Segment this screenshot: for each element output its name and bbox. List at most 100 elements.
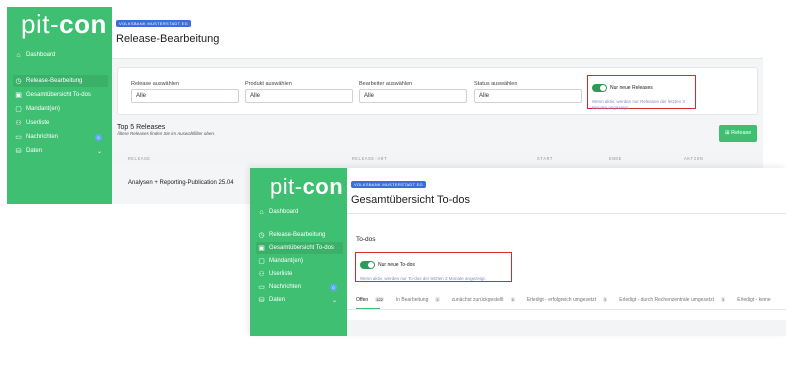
- chevron-down-icon: ⌄: [331, 297, 337, 304]
- filter-card: Release auswählen Alle Produkt auswählen A…: [117, 67, 758, 115]
- home-icon: ⌂: [259, 208, 264, 216]
- message-icon: ▭: [258, 284, 265, 291]
- status-tabs: Offen 122 In Bearbeitung 4 zunächst zurückge…: [356, 297, 783, 303]
- product-filter[interactable]: Produkt auswählen Alle: [245, 81, 353, 103]
- column-header: START: [537, 157, 554, 162]
- editor-filter[interactable]: Bearbeiter auswählen Alle: [359, 81, 467, 103]
- column-header: AKTION: [684, 157, 704, 162]
- filter-label: Produkt auswählen: [245, 81, 292, 87]
- tab-zurueckgestellt[interactable]: zunächst zurückgestellt 6: [452, 297, 521, 303]
- users-icon: ⚇: [15, 120, 22, 127]
- logo: pit-con: [270, 174, 344, 199]
- sidebar-item-todos[interactable]: ▣ Gesamtübersicht To-dos: [13, 89, 108, 101]
- message-count-badge: 0: [330, 283, 337, 291]
- sidebar-item-label: Dashboard: [269, 209, 299, 215]
- status-select[interactable]: Alle: [474, 89, 582, 103]
- top-releases-heading: Top 5 Releases Ältere Releases finden Si…: [117, 124, 215, 136]
- sidebar-item-release[interactable]: ◷ Release-Bearbeitung: [256, 229, 343, 241]
- toggle-label: Nur neue To-dos: [378, 261, 415, 268]
- tabs-divider: [347, 309, 786, 310]
- chevron-down-icon: ⌄: [96, 148, 102, 155]
- toggle-hint: Wenn aktiv, werden nur To-dos der letzte…: [360, 276, 486, 281]
- status-filter[interactable]: Status auswählen Alle: [474, 81, 582, 103]
- table-row[interactable]: Analysen + Reporting-Publication 25.04: [128, 180, 234, 186]
- sidebar-item-label: Release-Bearbeitung: [26, 78, 83, 84]
- todos-screenshot: pit-con ⌂ Dashboard ◷ Release-Bearbeitung …: [250, 168, 786, 336]
- sidebar-item-label: Mandant(en): [269, 258, 304, 264]
- sidebar-item-release[interactable]: ◷ Release-Bearbeitung: [13, 75, 108, 87]
- page-header: VOLKSBANK MUSTERSTADT EG Release-Bearbei…: [112, 7, 763, 59]
- tab-erledigt-keine[interactable]: Erledigt - keine: [737, 297, 776, 303]
- section-title: Top 5 Releases: [117, 124, 166, 131]
- column-header: RELEASE: [128, 157, 151, 162]
- tab-offen[interactable]: Offen 122: [356, 297, 390, 303]
- column-header: RELEASE-ART: [352, 157, 388, 162]
- database-icon: ⛁: [258, 297, 265, 304]
- sidebar-item-userliste[interactable]: ⚇ Userliste: [256, 268, 343, 280]
- sidebar-item-daten[interactable]: ⛁ Daten ⌄: [13, 145, 108, 157]
- page-header: VOLKSBANK MUSTERSTADT EG Gesamtübersicht…: [347, 168, 786, 214]
- sidebar-item-label: Userliste: [26, 120, 50, 126]
- tab-erledigt-rechenzentrale[interactable]: Erledigt - durch Rechenzentrale umgesetz…: [619, 297, 731, 303]
- message-icon: ▭: [15, 134, 22, 141]
- new-todos-toggle[interactable]: [360, 260, 375, 269]
- toggle-label: Nur neue Releases: [610, 84, 653, 91]
- database-icon: ⛁: [15, 148, 22, 155]
- sidebar-item-label: Dashboard: [26, 52, 56, 58]
- page-title: Gesamtübersicht To-dos: [351, 194, 471, 206]
- home-icon: ⌂: [16, 51, 21, 59]
- sidebar-item-nachrichten[interactable]: ▭ Nachrichten 0: [256, 281, 343, 293]
- sidebar-item-userliste[interactable]: ⚇ Userliste: [13, 117, 108, 129]
- sidebar-item-label: Nachrichten: [26, 134, 59, 140]
- table-header: [347, 320, 786, 336]
- sidebar: pit-con ⌂ Dashboard ◷ Release-Bearbeitung …: [7, 7, 112, 204]
- new-releases-toggle-box: Nur neue Releases Wenn aktiv, werden nur…: [587, 75, 696, 110]
- users-icon: ⚇: [258, 271, 265, 278]
- calendar-icon: ▣: [15, 92, 22, 99]
- page-title: Release-Bearbeitung: [116, 33, 220, 45]
- filter-label: Bearbeiter auswählen: [359, 81, 413, 87]
- table-header: RELEASE RELEASE-ART START ENDE AKTION: [112, 153, 763, 165]
- sidebar-item-label: Userliste: [269, 271, 293, 277]
- new-releases-toggle[interactable]: [592, 83, 607, 92]
- monitor-icon: ▢: [258, 258, 265, 265]
- section-subtext: Ältere Releases finden Sie im Auswahlfil…: [117, 131, 216, 136]
- sidebar-item-mandanten[interactable]: ▢ Mandant(en): [13, 103, 108, 115]
- sidebar-item-todos[interactable]: ▣ Gesamtübersicht To-dos: [256, 242, 343, 254]
- sidebar-item-mandanten[interactable]: ▢ Mandant(en): [256, 255, 343, 267]
- sidebar-item-label: Daten: [269, 297, 286, 303]
- sidebar: pit-con ⌂ Dashboard ◷ Release-Bearbeitung …: [250, 168, 347, 336]
- editor-select[interactable]: Alle: [359, 89, 467, 103]
- sidebar-item-nachrichten[interactable]: ▭ Nachrichten 0: [13, 131, 108, 143]
- sidebar-item-label: Release-Bearbeitung: [269, 232, 326, 238]
- sidebar-item-label: Mandant(en): [26, 106, 61, 112]
- message-count-badge: 0: [95, 133, 102, 141]
- logo: pit-con: [21, 9, 107, 39]
- sidebar-item-label: Daten: [26, 148, 43, 154]
- sidebar-item-label: Gesamtübersicht To-dos: [269, 245, 334, 251]
- new-todos-toggle-box: Nur neue To-dos Wenn aktiv, werden nur T…: [355, 252, 512, 282]
- calendar-icon: ▣: [258, 245, 265, 252]
- release-select[interactable]: Alle: [131, 89, 239, 103]
- monitor-icon: ▢: [15, 106, 22, 113]
- sidebar-item-dashboard[interactable]: ⌂ Dashboard: [13, 49, 108, 61]
- column-header: ENDE: [609, 157, 622, 162]
- org-badge: VOLKSBANK MUSTERSTADT EG: [116, 20, 192, 27]
- filter-label: Release auswählen: [131, 81, 180, 87]
- add-release-button[interactable]: ⊞ Release: [719, 125, 758, 142]
- section-title: To-dos: [356, 236, 376, 243]
- org-badge: VOLKSBANK MUSTERSTADT EG: [351, 181, 427, 188]
- sidebar-item-dashboard[interactable]: ⌂ Dashboard: [256, 206, 343, 218]
- product-select[interactable]: Alle: [245, 89, 353, 103]
- filter-label: Status auswählen: [474, 81, 518, 87]
- toggle-hint: Wenn aktiv, werden nur Releases der letz…: [592, 99, 685, 110]
- sidebar-item-label: Nachrichten: [269, 284, 302, 290]
- sidebar-item-daten[interactable]: ⛁ Daten ⌄: [256, 294, 343, 306]
- clock-icon: ◷: [15, 78, 22, 85]
- main-content: VOLKSBANK MUSTERSTADT EG Gesamtübersicht…: [347, 168, 786, 336]
- tab-in-bearbeitung[interactable]: In Bearbeitung 4: [396, 297, 446, 303]
- tab-erledigt-erfolgreich[interactable]: Erledigt - erfolgreich umgesetzt 3: [527, 297, 613, 303]
- release-filter[interactable]: Release auswählen Alle: [131, 81, 239, 103]
- sidebar-item-label: Gesamtübersicht To-dos: [26, 92, 91, 98]
- clock-icon: ◷: [258, 232, 265, 239]
